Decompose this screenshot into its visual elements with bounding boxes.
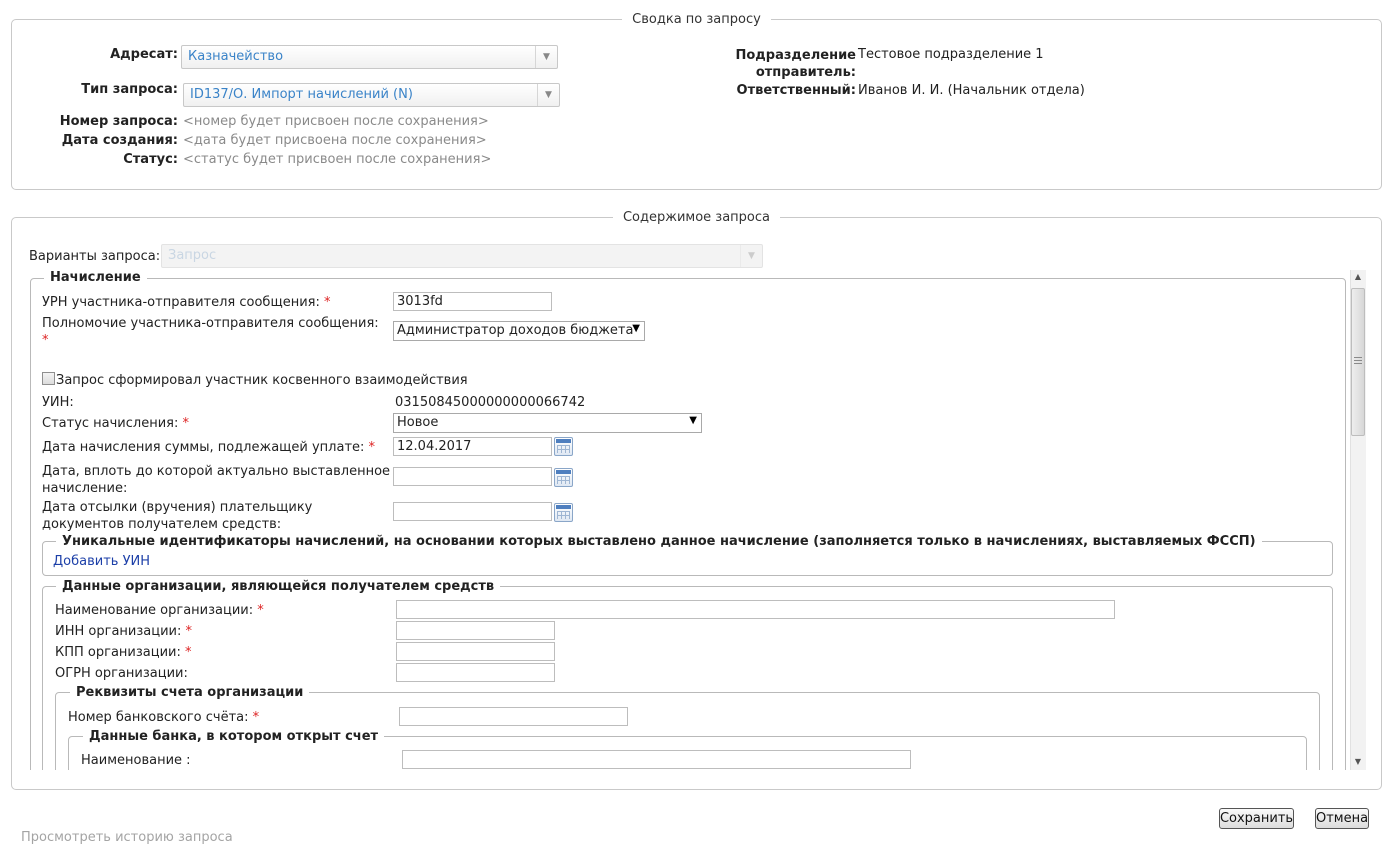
- org-name-input[interactable]: [396, 600, 1115, 619]
- scroll-up-icon[interactable]: ▲: [1350, 270, 1366, 284]
- bank-name-label: Наименование :: [81, 753, 191, 768]
- accrual-status-label: Статус начисления: *: [42, 416, 190, 431]
- content-title: Содержимое запроса: [622, 210, 771, 225]
- chevron-down-icon[interactable]: ▼: [537, 84, 559, 106]
- bank-name-input[interactable]: [402, 750, 911, 769]
- chevron-down-icon: ▼: [740, 245, 762, 267]
- org-legend: Данные организации, являющейся получател…: [56, 579, 501, 594]
- request-type-value: ID137/О. Импорт начислений (N): [190, 87, 413, 102]
- authority-select[interactable]: Администратор доходов бюджета ▼: [393, 321, 645, 341]
- scroll-down-icon[interactable]: ▼: [1350, 755, 1366, 769]
- indirect-label: Запрос сформировал участник косвенного в…: [56, 373, 468, 388]
- calendar-icon[interactable]: [554, 468, 573, 487]
- org-kpp-input[interactable]: [396, 642, 555, 661]
- status-value: <статус будет присвоен после сохранения>: [183, 152, 492, 167]
- caret-down-icon: ▼: [632, 323, 640, 334]
- form-content: Начисление УРН участника-отправителя соо…: [26, 270, 1370, 770]
- responsible-label: Ответственный:: [736, 83, 856, 98]
- department-label: Подразделение отправитель:: [735, 48, 856, 80]
- uids-legend: Уникальные идентификаторы начислений, на…: [56, 534, 1262, 549]
- accrual-status-select[interactable]: Новое ▼: [393, 413, 702, 433]
- accrual-legend: Начисление: [44, 270, 147, 285]
- org-inn-input[interactable]: [396, 621, 555, 640]
- bank-legend: Данные банка, в котором открыт счет: [83, 729, 385, 744]
- variants-value: Запрос: [168, 248, 217, 263]
- accrual-date-label: Дата начисления суммы, подлежащей уплате…: [42, 440, 376, 455]
- account-number-label: Номер банковского счёта: *: [68, 710, 260, 725]
- request-number-value: <номер будет присвоен после сохранения>: [183, 114, 489, 129]
- scroll-grip-icon: [1354, 357, 1362, 365]
- calendar-icon[interactable]: [554, 503, 573, 522]
- request-type-label: Тип запроса:: [81, 82, 178, 97]
- addressee-value: Казначейство: [188, 49, 284, 64]
- form-scroll-area[interactable]: Начисление УРН участника-отправителя соо…: [26, 270, 1370, 770]
- save-button[interactable]: Сохранить: [1219, 808, 1294, 829]
- variants-combo[interactable]: Запрос ▼: [161, 244, 763, 268]
- sent-date-input[interactable]: [393, 502, 552, 521]
- created-label: Дата создания:: [61, 133, 178, 148]
- chevron-down-icon[interactable]: ▼: [535, 46, 557, 68]
- org-ogrn-label: ОГРН организации:: [55, 666, 188, 681]
- variants-label: Варианты запроса:: [29, 249, 161, 264]
- org-ogrn-input[interactable]: [396, 663, 555, 682]
- indirect-checkbox[interactable]: [42, 372, 55, 385]
- responsible-value: Иванов И. И. (Начальник отдела): [858, 83, 1085, 98]
- history-link[interactable]: Просмотреть историю запроса: [21, 830, 233, 845]
- summary-title: Сводка по запросу: [632, 12, 761, 27]
- org-inn-label: ИНН организации: *: [55, 624, 193, 639]
- account-number-input[interactable]: [399, 707, 628, 726]
- department-value: Тестовое подразделение 1: [858, 47, 1044, 62]
- request-type-combo[interactable]: ID137/О. Импорт начислений (N) ▼: [183, 83, 560, 107]
- uin-value: 03150845000000000066742: [395, 395, 586, 410]
- org-kpp-label: КПП организации: *: [55, 645, 192, 660]
- org-name-label: Наименование организации: *: [55, 603, 264, 618]
- add-uin-link[interactable]: Добавить УИН: [53, 554, 150, 569]
- sent-date-label: Дата отсылки (вручения) плательщику доку…: [42, 500, 313, 532]
- urn-label: УРН участника-отправителя сообщения: *: [42, 295, 331, 310]
- created-value: <дата будет присвоена после сохранения>: [183, 133, 487, 148]
- cancel-button[interactable]: Отмена: [1315, 808, 1369, 829]
- urn-input[interactable]: 3013fd: [393, 292, 552, 311]
- accrual-date-input[interactable]: 12.04.2017: [393, 437, 552, 456]
- request-number-label: Номер запроса:: [59, 114, 178, 129]
- calendar-icon[interactable]: [554, 437, 573, 456]
- addressee-label: Адресат:: [110, 47, 178, 62]
- caret-down-icon: ▼: [689, 415, 697, 426]
- account-legend: Реквизиты счета организации: [70, 685, 310, 700]
- actual-date-input[interactable]: [393, 467, 552, 486]
- addressee-combo[interactable]: Казначейство ▼: [181, 45, 558, 69]
- actual-date-label: Дата, вплоть до которой актуально выстав…: [42, 464, 391, 496]
- uin-label: УИН:: [42, 395, 74, 410]
- status-label: Статус:: [123, 152, 178, 167]
- authority-label: Полномочие участника-отправителя сообщен…: [42, 316, 379, 348]
